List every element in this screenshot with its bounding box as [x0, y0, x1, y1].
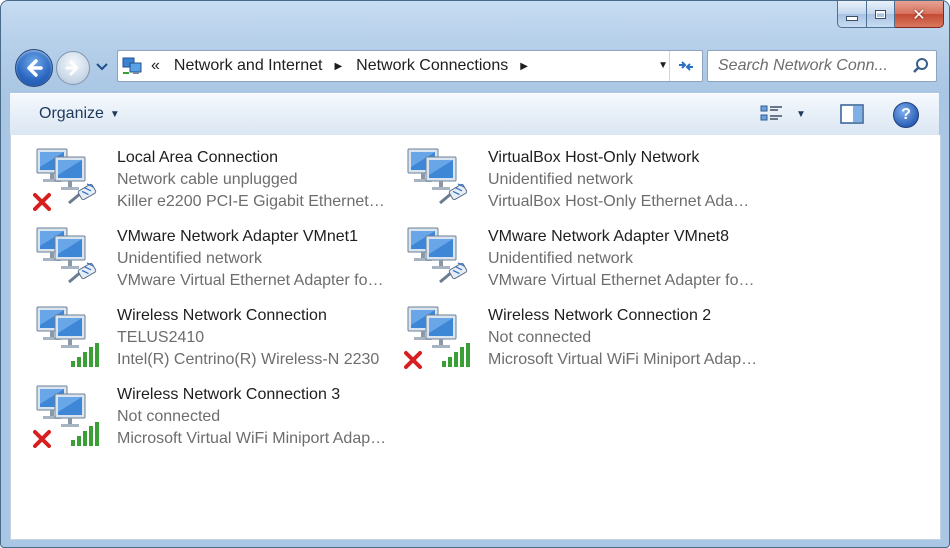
address-bar[interactable]: « Network and Internet ▶ Network Connect… — [117, 50, 703, 82]
wired-connection-icon — [404, 147, 476, 211]
close-icon: ✕ — [912, 4, 926, 24]
organize-label: Organize — [39, 105, 104, 122]
connection-name: Wireless Network Connection 2 — [488, 307, 712, 324]
minimize-icon — [846, 15, 858, 21]
connection-status: TELUS2410 — [117, 329, 205, 346]
connection-text: Wireless Network Connection TELUS2410 Inte… — [117, 305, 387, 371]
wireless-connection-icon — [404, 305, 476, 369]
connection-text: Local Area Connection Network cable unplu… — [117, 147, 387, 213]
recent-pages-button[interactable] — [95, 60, 109, 74]
breadcrumb-separator-icon[interactable]: ▶ — [334, 61, 342, 72]
connection-status: Unidentified network — [488, 171, 633, 188]
connection-name: Wireless Network Connection 3 — [117, 386, 341, 403]
minimize-button[interactable] — [837, 1, 867, 28]
connection-status: Unidentified network — [117, 250, 262, 267]
connection-item[interactable]: Wireless Network Connection 3 Not connect… — [11, 372, 387, 448]
connections-list: Local Area Connection Network cable unplu… — [10, 135, 941, 540]
wireless-connection-icon — [33, 305, 105, 369]
connection-name: Local Area Connection — [117, 149, 278, 166]
chevron-down-icon: ▼ — [109, 108, 120, 120]
connection-status: Unidentified network — [488, 250, 633, 267]
search-icon[interactable] — [912, 57, 930, 75]
connection-device: VirtualBox Host-Only Ethernet Adapter — [488, 193, 758, 210]
navigation-bar: « Network and Internet ▶ Network Connect… — [13, 47, 938, 87]
back-arrow-icon — [27, 59, 43, 77]
view-details-icon — [760, 105, 782, 121]
connection-device: Intel(R) Centrino(R) Wireless-N 2230 — [117, 351, 380, 368]
connection-text: Wireless Network Connection 2 Not connect… — [488, 305, 758, 371]
help-button[interactable]: ? — [893, 102, 919, 128]
connection-item[interactable]: Local Area Connection Network cable unplu… — [11, 135, 387, 211]
connection-name: VMware Network Adapter VMnet1 — [117, 228, 358, 245]
connection-item[interactable]: VirtualBox Host-Only Network Unidentified… — [382, 135, 758, 210]
refresh-button[interactable] — [669, 51, 702, 81]
connection-device: Microsoft Virtual WiFi Miniport Adapter — [488, 351, 758, 368]
preview-pane-icon — [840, 104, 864, 124]
breadcrumb-network-connections[interactable]: Network Connections — [356, 57, 508, 75]
caption-buttons: ✕ — [837, 1, 944, 28]
connection-item[interactable]: Wireless Network Connection 2 Not connect… — [382, 293, 758, 369]
refresh-icon — [679, 61, 693, 71]
search-box[interactable] — [707, 50, 937, 82]
connection-device: VMware Virtual Ethernet Adapter for VMne… — [117, 272, 387, 289]
wired-connection-icon — [404, 226, 476, 290]
explorer-window: ✕ « Network and Internet ▶ Network Conne… — [0, 0, 950, 548]
connection-text: Wireless Network Connection 3 Not connect… — [117, 384, 387, 450]
connection-item[interactable]: VMware Network Adapter VMnet1 Unidentifie… — [11, 214, 387, 289]
command-bar: Organize ▼ ▼ ? — [10, 93, 939, 136]
connection-text: VMware Network Adapter VMnet8 Unidentifie… — [488, 226, 758, 292]
help-icon: ? — [901, 106, 911, 123]
back-button[interactable] — [15, 49, 53, 87]
wireless-connection-icon — [33, 384, 105, 448]
connection-device: Microsoft Virtual WiFi Miniport Adapter — [117, 430, 387, 447]
breadcrumb-network-and-internet[interactable]: Network and Internet — [174, 57, 323, 75]
connection-name: VMware Network Adapter VMnet8 — [488, 228, 729, 245]
connection-status: Not connected — [117, 408, 221, 425]
chevron-down-icon — [96, 63, 108, 71]
connection-device: VMware Virtual Ethernet Adapter for VMne… — [488, 272, 758, 289]
connection-name: Wireless Network Connection — [117, 307, 327, 324]
network-connections-icon — [122, 57, 142, 74]
connection-device: Killer e2200 PCI-E Gigabit Ethernet Cont… — [117, 193, 387, 210]
address-overflow-chevron[interactable]: « — [151, 57, 160, 75]
connection-item[interactable]: VMware Network Adapter VMnet8 Unidentifie… — [382, 214, 758, 289]
connection-item[interactable]: Wireless Network Connection TELUS2410 Inte… — [11, 293, 379, 368]
forward-button[interactable] — [56, 51, 90, 85]
change-view-button[interactable]: ▼ — [760, 104, 806, 124]
breadcrumb-separator-icon[interactable]: ▶ — [520, 61, 528, 72]
organize-button[interactable]: Organize ▼ — [39, 105, 120, 123]
close-button[interactable]: ✕ — [895, 1, 944, 28]
connection-text: VMware Network Adapter VMnet1 Unidentifie… — [117, 226, 387, 292]
connection-status: Network cable unplugged — [117, 171, 298, 188]
connection-status: Not connected — [488, 329, 592, 346]
forward-arrow-icon — [65, 60, 79, 76]
address-dropdown-icon[interactable]: ▼ — [658, 60, 668, 71]
chevron-down-icon[interactable]: ▼ — [796, 109, 806, 120]
wired-connection-icon — [33, 147, 105, 211]
maximize-icon — [875, 9, 886, 19]
connection-name: VirtualBox Host-Only Network — [488, 149, 700, 166]
connection-text: VirtualBox Host-Only Network Unidentified… — [488, 147, 758, 213]
preview-pane-button[interactable] — [840, 104, 864, 129]
maximize-button[interactable] — [867, 1, 895, 28]
search-input[interactable] — [716, 56, 908, 76]
wired-connection-icon — [33, 226, 105, 290]
